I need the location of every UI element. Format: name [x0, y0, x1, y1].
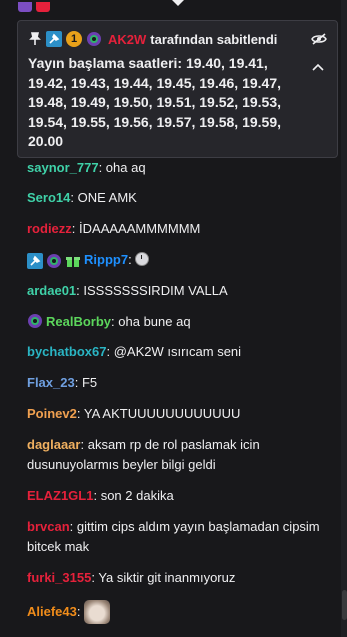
gift-badge-icon	[65, 253, 81, 269]
chat-message: rodiezz: İDAAAAAMMMMMM	[27, 221, 201, 236]
chat-text: ISSSSSSSIRDIM VALLA	[83, 283, 228, 298]
chat-message: ardae01: ISSSSSSSIRDIM VALLA	[27, 283, 228, 298]
chat-username[interactable]: Flax_23	[27, 375, 75, 390]
chat-message: Rippp7:	[27, 250, 327, 270]
animal-emote	[84, 600, 111, 624]
chat-username[interactable]: saynor_777	[27, 160, 99, 175]
chat-message: bychatbox67: @AK2W ısırıcam seni	[27, 344, 242, 359]
chat-text: son 2 dakika	[100, 488, 174, 503]
chat-message: brvcan: gittim cips aldım yayın başlamad…	[27, 519, 320, 554]
moderator-badge-icon	[27, 253, 43, 269]
chat-username[interactable]: Rippp7	[84, 252, 128, 267]
user-badges	[27, 313, 43, 329]
chat-text: oha bune aq	[118, 314, 191, 329]
chat-message: RealBorby: oha bune aq	[27, 312, 327, 332]
chat-message: Flax_23: F5	[27, 375, 98, 390]
chat-message: Aliefe43:	[27, 600, 327, 624]
pinned-username[interactable]: AK2W	[108, 32, 146, 47]
pinned-header: 1 AK2W tarafından sabitlendi	[28, 30, 327, 48]
chat-username[interactable]: Poinev2	[27, 406, 77, 421]
chevron-up-icon[interactable]	[311, 61, 325, 73]
chat-username[interactable]: Sero14	[27, 190, 70, 205]
chat-text: oha aq	[105, 160, 146, 175]
chat-message: daglaaar: aksam rp de rol paslamak icin …	[27, 437, 260, 472]
moderator-badge-icon	[46, 31, 62, 47]
chat-panel: 1 AK2W tarafından sabitlendi Yayın başla…	[0, 0, 341, 637]
chat-username[interactable]: furki_3155	[27, 570, 91, 585]
chat-scrollbar-thumb[interactable]	[342, 590, 347, 620]
pinned-message-text: Yayın başlama saatleri: 19.40, 19.41, 19…	[28, 55, 281, 149]
user-badges	[27, 253, 81, 269]
chat-text: İDAAAAAMMMMMM	[79, 221, 201, 236]
gold-badge-icon: 1	[66, 31, 82, 47]
chat-username[interactable]: ardae01	[27, 283, 76, 298]
chat-username[interactable]: Aliefe43	[27, 604, 77, 619]
top-badge-peek	[18, 0, 218, 12]
chat-username[interactable]: ELAZ1GL1	[27, 488, 93, 503]
subscriber-badge-icon	[86, 31, 102, 47]
chat-text: YA AKTUUUUUUUUUUUU	[83, 406, 241, 421]
scroll-up-arrow-icon[interactable]	[172, 0, 184, 6]
chat-text: @AK2W ısırıcam seni	[113, 344, 242, 359]
chat-message: ELAZ1GL1: son 2 dakika	[27, 488, 174, 503]
chat-username[interactable]: RealBorby	[46, 314, 111, 329]
chat-scrollbar[interactable]	[341, 0, 347, 637]
eye-slash-icon[interactable]	[311, 30, 327, 48]
pinned-by-label: tarafından sabitlendi	[150, 31, 278, 47]
chat-text: Ya siktir git inanmıyoruz	[98, 570, 236, 585]
subscriber-badge-icon	[46, 253, 62, 269]
chat-username[interactable]: bychatbox67	[27, 344, 106, 359]
chat-message: Sero14: ONE AMK	[27, 190, 137, 205]
chat-username[interactable]: brvcan	[27, 519, 70, 534]
subscriber-badge-icon	[27, 313, 43, 329]
chat-username[interactable]: rodiezz	[27, 221, 72, 236]
chat-message: furki_3155: Ya siktir git inanmıyoruz	[27, 570, 236, 585]
chat-text: F5	[81, 375, 98, 390]
chat-message: saynor_777: oha aq	[27, 160, 146, 175]
chat-username[interactable]: daglaaar	[27, 437, 80, 452]
pinned-message: 1 AK2W tarafından sabitlendi Yayın başla…	[17, 20, 338, 158]
pin-icon	[28, 31, 42, 47]
chat-text: ONE AMK	[77, 190, 137, 205]
chat-message: Poinev2: YA AKTUUUUUUUUUUUU	[27, 406, 241, 421]
clock-emoji-icon	[135, 252, 150, 266]
